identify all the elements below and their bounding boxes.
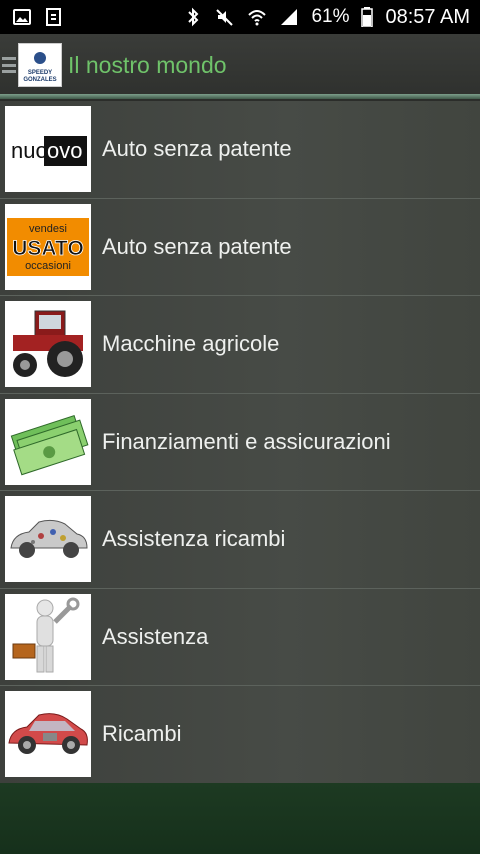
signal-icon [279, 7, 299, 27]
category-list: nuovo ovo Auto senza patente vendesi USA… [0, 101, 480, 784]
svg-text:USATO: USATO [12, 237, 84, 260]
svg-text:occasioni: occasioni [25, 260, 71, 272]
list-item-label: Ricambi [102, 721, 182, 747]
car-parts-icon [5, 496, 91, 583]
money-icon [5, 398, 91, 485]
list-item-label: Auto senza patente [102, 136, 292, 162]
list-item-ricambi[interactable]: Ricambi [0, 686, 480, 784]
list-item-label: Assistenza ricambi [102, 526, 286, 552]
list-item-label: Auto senza patente [102, 233, 292, 259]
page-title: Il nostro mondo [68, 51, 227, 78]
list-item-assistenza-ricambi[interactable]: Assistenza ricambi [0, 491, 480, 589]
bluetooth-icon [183, 7, 203, 27]
download-notification-icon [44, 7, 64, 27]
list-item-auto-usato[interactable]: vendesi USATO occasioni Auto senza paten… [0, 198, 480, 296]
usato-badge-icon: vendesi USATO occasioni [5, 203, 91, 290]
nuovo-badge-icon: nuovo ovo [5, 106, 91, 193]
mute-icon [215, 7, 235, 27]
action-bar-divider [0, 94, 480, 99]
speedy-gonzales-logo-icon: SPEEDY GONZALES [19, 44, 61, 86]
tractor-icon [5, 301, 91, 388]
footer-background [0, 783, 480, 854]
list-item-label: Finanziamenti e assicurazioni [102, 428, 391, 454]
wifi-icon [247, 7, 267, 27]
battery-icon [361, 7, 374, 28]
battery-percent: 61% [311, 6, 350, 27]
list-item-macchine-agricole[interactable]: Macchine agricole [0, 296, 480, 394]
drawer-menu-icon[interactable] [2, 53, 16, 77]
svg-text:GONZALES: GONZALES [23, 77, 56, 83]
list-item-finanziamenti[interactable]: Finanziamenti e assicurazioni [0, 393, 480, 491]
svg-text:vendesi: vendesi [29, 223, 67, 235]
image-notification-icon [12, 7, 32, 27]
status-bar: 61% 08:57 AM [0, 0, 480, 34]
clock: 08:57 AM [385, 5, 470, 28]
app-logo[interactable]: SPEEDY GONZALES [18, 43, 62, 87]
svg-text:SPEEDY: SPEEDY [28, 70, 52, 76]
svg-text:ovo: ovo [47, 138, 82, 163]
mechanic-icon [5, 593, 91, 680]
list-item-label: Assistenza [102, 623, 209, 649]
list-item-auto-nuovo[interactable]: nuovo ovo Auto senza patente [0, 101, 480, 199]
action-bar: SPEEDY GONZALES Il nostro mondo [0, 34, 480, 96]
list-item-label: Macchine agricole [102, 331, 280, 357]
car-cutaway-icon [5, 691, 91, 778]
list-item-assistenza[interactable]: Assistenza [0, 588, 480, 686]
